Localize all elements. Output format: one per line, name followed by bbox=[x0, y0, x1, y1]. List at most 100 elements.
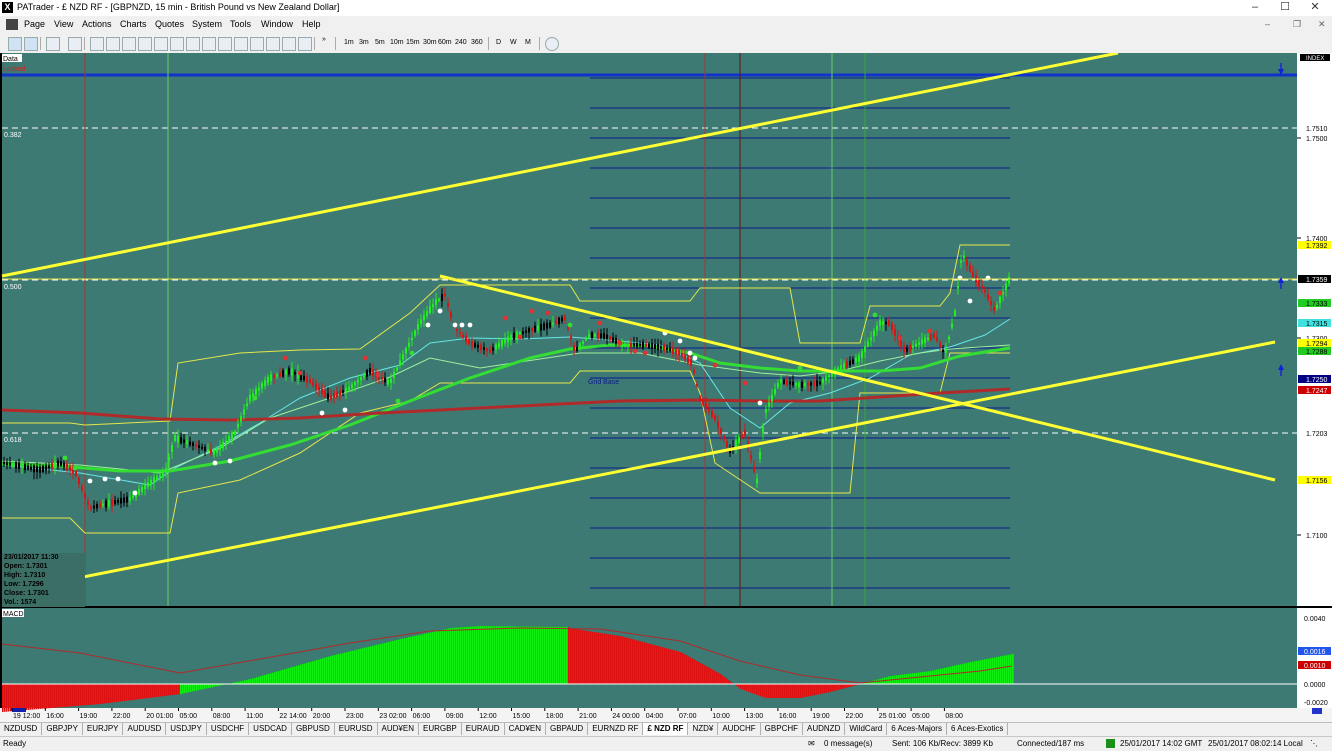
menu-help[interactable]: Help bbox=[302, 19, 321, 29]
timeframe-30m[interactable]: 30m bbox=[423, 39, 437, 46]
mdi-close-button[interactable]: ✕ bbox=[1318, 19, 1326, 30]
crosshair-icon[interactable] bbox=[68, 37, 82, 51]
menu-charts[interactable]: Charts bbox=[120, 19, 147, 29]
menu-view[interactable]: View bbox=[54, 19, 73, 29]
macd-bar bbox=[626, 637, 628, 684]
macd-bar bbox=[198, 684, 200, 691]
maximize-button[interactable]: ☐ bbox=[1270, 0, 1300, 16]
fib-fan-tool-icon[interactable] bbox=[186, 37, 200, 51]
arrow-tool-icon[interactable] bbox=[298, 37, 312, 51]
candle-body bbox=[357, 380, 359, 383]
macd-bar bbox=[450, 628, 452, 684]
candle-body bbox=[102, 503, 104, 506]
timeframe-3m[interactable]: 3m bbox=[359, 39, 369, 46]
symbol-tab[interactable]: EURAUD bbox=[462, 723, 505, 735]
symbol-tab[interactable]: EURJPY bbox=[83, 723, 124, 735]
price-chart[interactable]: Data Locked INDEX MACD Grid Base 0.382 0.500 0.… bbox=[0, 53, 1332, 722]
symbol-tab[interactable]: EURUSD bbox=[335, 723, 378, 735]
close-button[interactable]: ✕ bbox=[1300, 0, 1330, 16]
menu-page[interactable]: Page bbox=[24, 19, 45, 29]
symbol-tab[interactable]: £ NZD RF bbox=[643, 723, 689, 735]
macd-bar bbox=[970, 662, 972, 684]
timeframe-60m[interactable]: 60m bbox=[438, 39, 452, 46]
scroll-marker[interactable] bbox=[12, 708, 26, 712]
timeframe-15m[interactable]: 15m bbox=[406, 39, 420, 46]
toolbar-overflow-icon[interactable]: » bbox=[322, 36, 326, 43]
period-daily[interactable]: D bbox=[496, 39, 501, 46]
period-weekly[interactable]: W bbox=[510, 39, 517, 46]
pointer-icon[interactable] bbox=[90, 37, 104, 51]
chart-style-icon[interactable] bbox=[46, 37, 60, 51]
symbol-tab[interactable]: GBPJPY bbox=[42, 723, 83, 735]
candle-body bbox=[372, 369, 374, 377]
message-icon[interactable]: ✉ bbox=[808, 739, 815, 748]
fibonacci-tool-icon[interactable] bbox=[170, 37, 184, 51]
macd-bar bbox=[244, 680, 246, 684]
macd-bar bbox=[512, 626, 514, 684]
symbol-tab[interactable]: NZDUSD bbox=[0, 723, 43, 735]
text-tool-icon[interactable] bbox=[282, 37, 296, 51]
signal-dot bbox=[87, 478, 93, 484]
timeframe-360[interactable]: 360 bbox=[471, 39, 483, 46]
timeframe-240[interactable]: 240 bbox=[455, 39, 467, 46]
symbol-tab[interactable]: GBPAUD bbox=[546, 723, 589, 735]
vline-tool-icon[interactable] bbox=[122, 37, 136, 51]
symbol-tab[interactable]: GBPUSD bbox=[292, 723, 335, 735]
drag-tool-icon[interactable] bbox=[24, 37, 38, 51]
candle-body bbox=[894, 328, 896, 336]
menu-actions[interactable]: Actions bbox=[82, 19, 112, 29]
scroll-end-marker-icon[interactable] bbox=[1312, 708, 1322, 714]
symbol-tab[interactable]: 6 Aces-Exotics bbox=[947, 723, 1009, 735]
candle-body bbox=[363, 374, 365, 378]
macd-bar bbox=[94, 684, 96, 705]
mdi-minimize-button[interactable]: – bbox=[1265, 19, 1270, 29]
chart-area[interactable]: Data Locked INDEX MACD Grid Base 0.382 0.500 0.… bbox=[0, 53, 1332, 722]
symbol-tab[interactable]: CAD¥EN bbox=[505, 723, 547, 735]
symbol-tab[interactable]: USDCAD bbox=[249, 723, 292, 735]
hline-tool-icon[interactable] bbox=[106, 37, 120, 51]
symbol-tab[interactable]: EURNZD RF bbox=[588, 723, 644, 735]
cursor-tool-icon[interactable] bbox=[8, 37, 22, 51]
symbol-tab[interactable]: AUDNZD bbox=[803, 723, 846, 735]
ellipse-tool-icon[interactable] bbox=[266, 37, 280, 51]
minimize-button[interactable]: – bbox=[1240, 0, 1270, 16]
resize-grip-icon[interactable]: ⋱ bbox=[1310, 739, 1318, 748]
macd-bar bbox=[944, 667, 946, 684]
period-monthly[interactable]: M bbox=[525, 39, 531, 46]
fib-time-tool-icon[interactable] bbox=[218, 37, 232, 51]
gann-tool-icon[interactable] bbox=[234, 37, 248, 51]
macd-bar bbox=[52, 684, 54, 708]
macd-bar bbox=[206, 684, 208, 689]
fib-arc-tool-icon[interactable] bbox=[202, 37, 216, 51]
symbol-tab[interactable]: GBPCHF bbox=[761, 723, 804, 735]
rectangle-tool-icon[interactable] bbox=[250, 37, 264, 51]
menu-window[interactable]: Window bbox=[261, 19, 293, 29]
symbol-tab[interactable]: AUDUSD bbox=[123, 723, 167, 735]
mdi-restore-button[interactable]: ❐ bbox=[1293, 19, 1301, 30]
menu-system[interactable]: System bbox=[192, 19, 222, 29]
symbol-tab[interactable]: AUDCHF bbox=[718, 723, 761, 735]
timeframe-1m[interactable]: 1m bbox=[344, 39, 354, 46]
symbol-tab[interactable]: NZD¥ bbox=[688, 723, 719, 735]
symbol-tab[interactable]: AUD¥EN bbox=[378, 723, 419, 735]
menu-quotes[interactable]: Quotes bbox=[155, 19, 184, 29]
macd-bar bbox=[938, 669, 940, 684]
symbol-tab[interactable]: USDCHF bbox=[207, 723, 250, 735]
timeframe-10m[interactable]: 10m bbox=[390, 39, 404, 46]
symbol-tab[interactable]: 6 Aces-Majors bbox=[887, 723, 947, 735]
symbol-tab[interactable]: WildCard bbox=[845, 723, 888, 735]
symbol-tab[interactable]: EURGBP bbox=[419, 723, 462, 735]
symbol-tab[interactable]: USDJPY bbox=[166, 723, 207, 735]
macd-bar bbox=[546, 626, 548, 685]
candle-body bbox=[615, 338, 617, 344]
timeframe-5m[interactable]: 5m bbox=[375, 39, 385, 46]
trendline-tool-icon[interactable] bbox=[138, 37, 152, 51]
candle-body bbox=[477, 344, 479, 348]
menu-tools[interactable]: Tools bbox=[230, 19, 251, 29]
candle-body bbox=[600, 333, 602, 338]
candle-body bbox=[963, 255, 965, 258]
app-menu-icon[interactable] bbox=[6, 19, 18, 30]
macd-bar bbox=[742, 684, 744, 690]
channel-tool-icon[interactable] bbox=[154, 37, 168, 51]
clock-icon[interactable] bbox=[545, 37, 559, 51]
